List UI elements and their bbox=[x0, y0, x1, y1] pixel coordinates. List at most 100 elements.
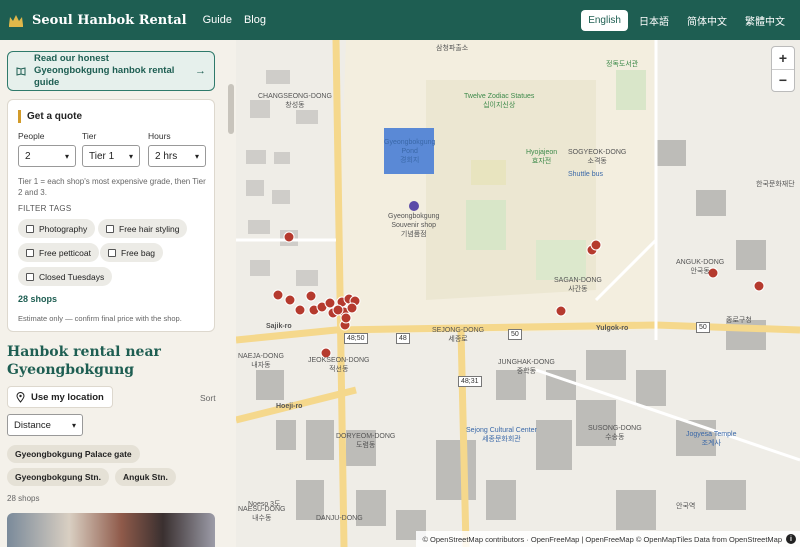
map-label-noeso: Noeso 3도 bbox=[248, 501, 281, 508]
map-label-junghak: JUNGHAK-DONG 중학동 bbox=[498, 359, 555, 375]
sort-select[interactable]: Distance ▾ bbox=[7, 414, 83, 436]
map-label-jongno: 종로구청 bbox=[726, 317, 752, 324]
estimate-note: Estimate only — confirm final price with… bbox=[18, 314, 182, 323]
checkbox[interactable] bbox=[106, 224, 114, 233]
sidebar: Read our honest Gyeongbokgung hanbok ren… bbox=[0, 40, 236, 547]
main-nav: Guide Blog bbox=[203, 14, 266, 26]
chevron-down-icon: ▾ bbox=[194, 151, 199, 161]
map-label-shuttle: Shuttle bus bbox=[568, 171, 604, 178]
map-label-jeokseon: JEOKSEON-DONG 적선동 bbox=[308, 357, 370, 373]
route-shield: 48 bbox=[396, 333, 410, 344]
info-icon[interactable]: i bbox=[786, 534, 796, 544]
quote-title: Get a quote bbox=[18, 110, 82, 123]
map-label-anguk2: 안국역 bbox=[676, 503, 696, 510]
brand[interactable]: Seoul Hanbok Rental bbox=[8, 13, 187, 28]
use-location-label: Use my location bbox=[31, 391, 104, 403]
tier-note: Tier 1 = each shop's most expensive grad… bbox=[18, 177, 206, 197]
checkbox[interactable] bbox=[26, 248, 34, 257]
tag-label: Free hair styling bbox=[119, 223, 180, 234]
attribution-text[interactable]: © OpenStreetMap contributors · OpenFreeM… bbox=[422, 535, 782, 544]
tier-label: Tier bbox=[82, 131, 97, 141]
chevron-down-icon: ▾ bbox=[128, 151, 133, 161]
map-label-sagan: SAGAN-DONG 사간동 bbox=[554, 277, 602, 293]
use-location-button[interactable]: Use my location bbox=[7, 386, 113, 408]
sort-value: Distance bbox=[14, 419, 51, 431]
tag-label: Closed Tuesdays bbox=[39, 271, 105, 282]
map-attribution: © OpenStreetMap contributors · OpenFreeM… bbox=[416, 531, 800, 547]
checkbox[interactable] bbox=[108, 248, 116, 257]
route-shield: 48;31 bbox=[458, 376, 482, 387]
chevron-down-icon: ▾ bbox=[64, 151, 69, 161]
map-label-bukchon: 한국문화재단 bbox=[756, 181, 795, 188]
hours-label: Hours bbox=[148, 131, 171, 141]
zoom-control: + − bbox=[771, 46, 795, 92]
route-shield: 50 bbox=[696, 322, 710, 333]
lang-traditional-chinese[interactable]: 繁體中文 bbox=[738, 8, 792, 33]
arrow-right-icon: → bbox=[195, 65, 206, 77]
nav-blog[interactable]: Blog bbox=[244, 14, 266, 26]
guide-link-text: Read our honest Gyeongbokgung hanbok ren… bbox=[34, 53, 175, 88]
shop-count: 28 shops bbox=[18, 294, 58, 304]
map-label-souvenir: Gyeongbokgung Souvenir shop 기념품점 bbox=[388, 213, 440, 238]
map-label-hoeji: Hoeji-ro bbox=[276, 403, 303, 410]
chevron-down-icon: ▾ bbox=[71, 420, 76, 430]
sort-label: Sort bbox=[200, 393, 216, 403]
brand-title: Seoul Hanbok Rental bbox=[32, 12, 187, 28]
zoom-out-button[interactable]: − bbox=[772, 70, 794, 92]
map-label-sogyeok: SOGYEOK-DONG 소격동 bbox=[568, 149, 627, 165]
map-label-twelve-zodiac: Twelve Zodiac Statues 십이지신상 bbox=[464, 93, 535, 109]
people-select[interactable]: 2 ▾ bbox=[18, 145, 76, 167]
map-label-changseong: CHANGSEONG-DONG 창성동 bbox=[258, 93, 332, 109]
people-value: 2 bbox=[25, 150, 31, 162]
nav-guide[interactable]: Guide bbox=[203, 14, 232, 26]
lang-simplified-chinese[interactable]: 简体中文 bbox=[680, 8, 734, 33]
lang-japanese[interactable]: 日本語 bbox=[632, 8, 676, 33]
book-icon bbox=[16, 67, 26, 76]
section-title: Hanbok rental near Gyeongbokgung bbox=[7, 344, 161, 378]
map[interactable]: CHANGSEONG-DONG 창성동 Twelve Zodiac Statues… bbox=[236, 40, 800, 547]
map-label-pond: Gyeongbokgung Pond 경회지 bbox=[384, 139, 436, 164]
filter-heading: FILTER TAGS bbox=[18, 204, 72, 213]
zoom-in-button[interactable]: + bbox=[772, 47, 794, 70]
map-label-doryeom: DORYEOM-DONG 도렴동 bbox=[336, 433, 396, 449]
shop-card-image[interactable] bbox=[7, 513, 215, 547]
chip-gyeongbokgung-station[interactable]: Gyeongbokgung Stn. bbox=[7, 468, 109, 486]
chip-anguk-station[interactable]: Anguk Stn. bbox=[115, 468, 176, 486]
hours-select[interactable]: 2 hrs ▾ bbox=[148, 145, 206, 167]
tag-free-petticoat[interactable]: Free petticoat bbox=[18, 243, 99, 262]
tier-select[interactable]: Tier 1 ▾ bbox=[82, 145, 140, 167]
sidebar-scrollbar[interactable] bbox=[228, 84, 234, 134]
map-label-sejong-center: Sejong Cultural Center 세종문화회관 bbox=[466, 427, 537, 443]
hours-value: 2 hrs bbox=[155, 150, 178, 162]
chip-palace-gate[interactable]: Gyeongbokgung Palace gate bbox=[7, 445, 140, 463]
map-label-hyojajeon: Hyojajeon 효자전 bbox=[526, 149, 558, 165]
map-label-sejong: SEJONG-DONG 세종로 bbox=[432, 327, 485, 343]
crown-icon bbox=[9, 15, 23, 27]
tag-free-bag[interactable]: Free bag bbox=[100, 243, 164, 262]
top-header: Seoul Hanbok Rental Guide Blog English 日… bbox=[0, 0, 800, 40]
tag-photography[interactable]: Photography bbox=[18, 219, 96, 238]
shops-count: 28 shops bbox=[7, 494, 40, 503]
tag-label: Photography bbox=[39, 223, 88, 234]
lang-english[interactable]: English bbox=[581, 9, 628, 31]
language-switcher: English 日本語 简体中文 繁體中文 bbox=[581, 8, 792, 33]
map-label-sajik: Sajik-ro bbox=[266, 323, 292, 330]
checkbox[interactable] bbox=[26, 224, 34, 233]
guide-link[interactable]: Read our honest Gyeongbokgung hanbok ren… bbox=[7, 51, 215, 91]
map-label-naeja: NAEJA-DONG 내자동 bbox=[238, 353, 284, 369]
route-shield: 50 bbox=[508, 329, 522, 340]
tag-label: Free bag bbox=[121, 247, 156, 258]
map-label-danju: DANJU-DONG bbox=[316, 515, 363, 522]
tag-free-hair[interactable]: Free hair styling bbox=[98, 219, 188, 238]
map-label-jeongdok: 정독도서관 bbox=[606, 61, 639, 68]
checkbox[interactable] bbox=[26, 272, 34, 281]
tag-closed-tuesdays[interactable]: Closed Tuesdays bbox=[18, 267, 113, 286]
location-pin-icon bbox=[16, 391, 25, 403]
map-label-yulgok: Yulgok-ro bbox=[596, 325, 629, 332]
map-label-anguk: ANGUK-DONG 안국동 bbox=[676, 259, 725, 275]
map-label-jogyesa: Jogyesa Temple 조계사 bbox=[686, 431, 737, 447]
route-shield: 48;50 bbox=[344, 333, 368, 344]
people-label: People bbox=[18, 131, 45, 141]
map-canvas[interactable] bbox=[236, 40, 800, 547]
quote-panel: Get a quote People Tier Hours 2 ▾ Tier 1… bbox=[7, 99, 215, 332]
